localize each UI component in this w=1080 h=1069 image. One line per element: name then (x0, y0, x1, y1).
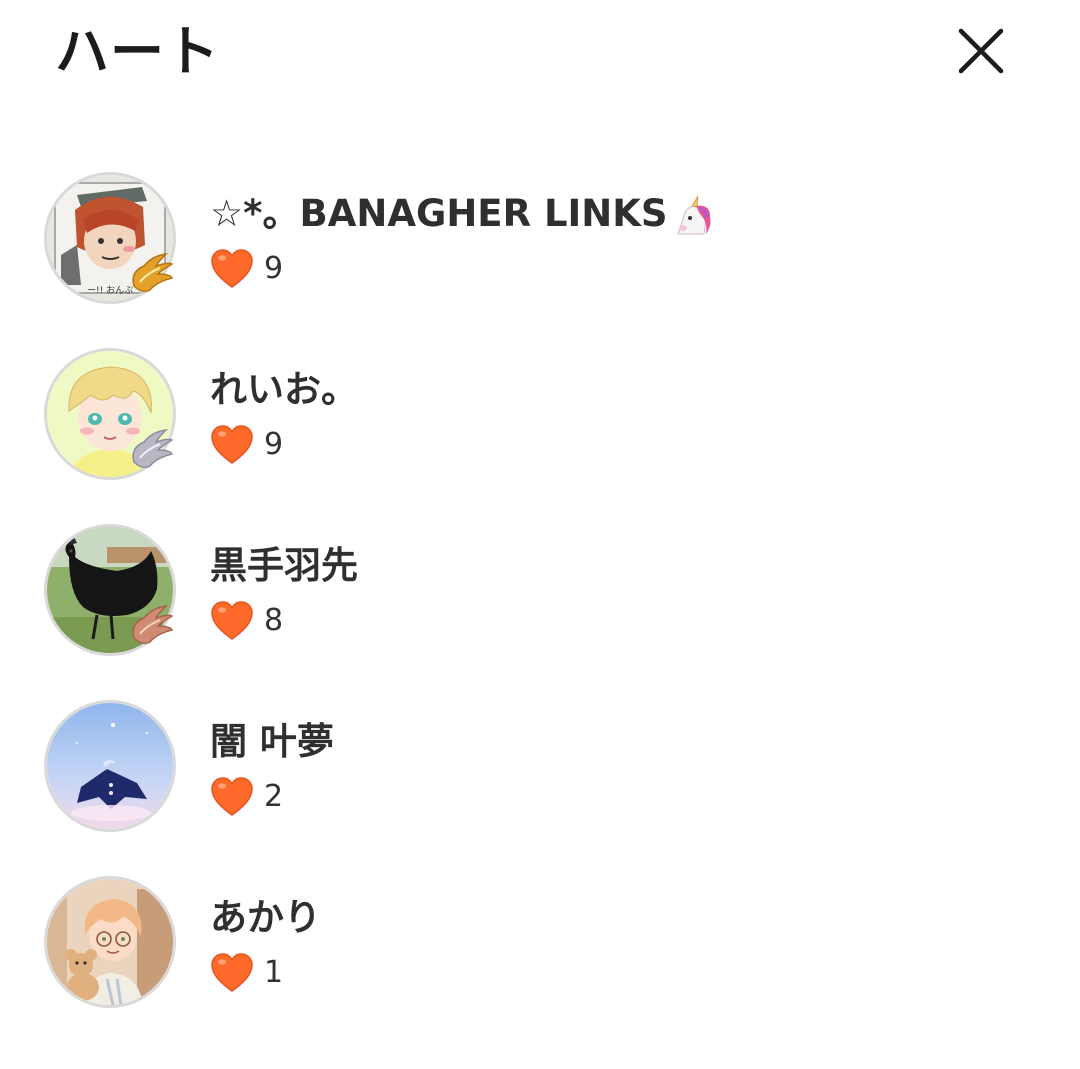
user-name[interactable]: あかり (210, 894, 321, 942)
list-item[interactable]: ー!! おんぷ ☆*。BANAGHER LINKS 9 (0, 160, 1080, 336)
heart-count-value: 1 (264, 955, 284, 990)
header: ハート (0, 0, 1080, 110)
avatar[interactable]: ー!! おんぷ (44, 172, 176, 304)
gold-wing-badge-icon (126, 246, 178, 298)
avatar[interactable] (44, 348, 176, 480)
heart-count-value: 8 (264, 603, 284, 638)
heart-icon (211, 249, 253, 288)
heart-icon (211, 601, 253, 640)
user-list: ー!! おんぷ ☆*。BANAGHER LINKS 9 れいお。 9 黒手羽先 … (0, 160, 1080, 1040)
close-icon (958, 28, 1004, 74)
user-info: 黒手羽先 8 (210, 542, 358, 642)
heart-count: 8 (210, 600, 358, 642)
page-title: ハート (55, 20, 220, 83)
copper-wing-badge-icon (126, 598, 178, 650)
user-info: あかり 1 (210, 894, 321, 994)
heart-count: 9 (210, 248, 714, 290)
heart-count: 9 (210, 424, 358, 466)
heart-icon (211, 425, 253, 464)
user-avatar-image (44, 700, 176, 832)
user-name[interactable]: れいお。 (210, 366, 358, 414)
user-avatar-image (44, 876, 176, 1008)
user-name[interactable]: 闇 叶夢 (210, 718, 334, 766)
list-item[interactable]: あかり 1 (0, 864, 1080, 1040)
list-item[interactable]: 闇 叶夢 2 (0, 688, 1080, 864)
heart-count-value: 9 (264, 251, 284, 286)
heart-icon (211, 777, 253, 816)
user-info: れいお。 9 (210, 366, 358, 466)
avatar[interactable] (44, 524, 176, 656)
heart-count-value: 9 (264, 427, 284, 462)
user-name-text: ☆*。BANAGHER LINKS (210, 192, 668, 235)
user-info: ☆*。BANAGHER LINKS 9 (210, 190, 714, 290)
heart-count: 2 (210, 776, 334, 818)
unicorn-icon (670, 194, 714, 238)
avatar[interactable] (44, 700, 176, 832)
silver-wing-badge-icon (126, 422, 178, 474)
user-name[interactable]: ☆*。BANAGHER LINKS (210, 190, 714, 238)
user-name[interactable]: 黒手羽先 (210, 542, 358, 590)
heart-icon (211, 953, 253, 992)
close-button[interactable] (950, 20, 1012, 82)
user-info: 闇 叶夢 2 (210, 718, 334, 818)
heart-count: 1 (210, 952, 321, 994)
avatar[interactable] (44, 876, 176, 1008)
list-item[interactable]: 黒手羽先 8 (0, 512, 1080, 688)
list-item[interactable]: れいお。 9 (0, 336, 1080, 512)
heart-count-value: 2 (264, 779, 284, 814)
